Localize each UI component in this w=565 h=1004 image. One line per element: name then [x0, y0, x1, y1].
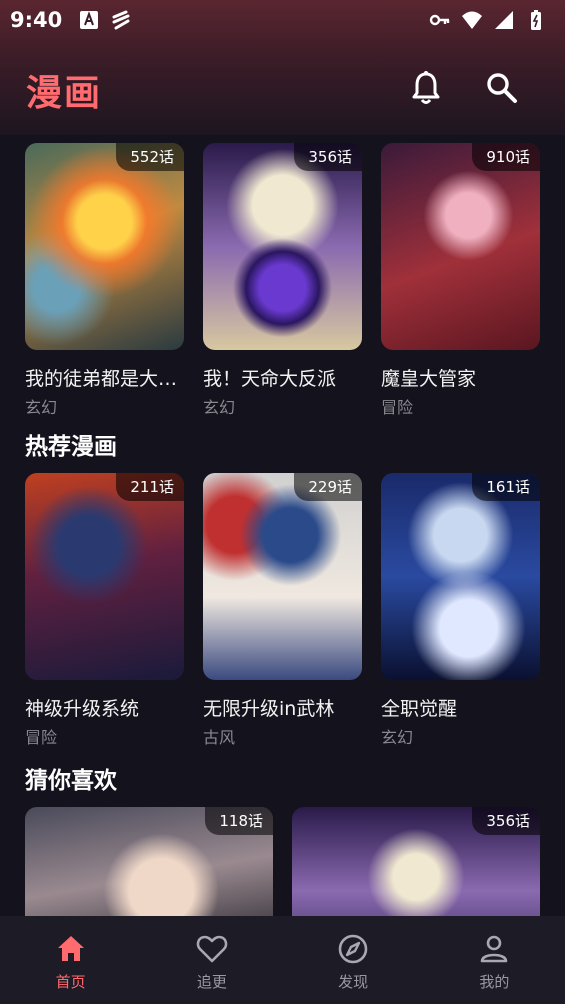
nav-item-profile[interactable]: 我的 [424, 916, 565, 1004]
comic-row-3: 118话 356话 [25, 807, 540, 916]
heart-icon [196, 935, 228, 963]
font-notification-icon [80, 11, 99, 29]
episode-count-badge: 161话 [472, 473, 540, 501]
comic-cover[interactable]: 552话 [25, 143, 184, 350]
episode-count-badge: 356话 [294, 143, 362, 171]
comic-row-2: 211话 神级升级系统 冒险 229话 无限升级in武林 古风 161话 全职觉… [25, 473, 540, 748]
home-icon [57, 936, 84, 961]
comic-card[interactable]: 356话 [292, 807, 540, 916]
comic-title: 我的徒弟都是大反派 [25, 368, 184, 390]
wifi-icon [462, 11, 482, 29]
episode-count-badge: 229话 [294, 473, 362, 501]
person-icon [481, 935, 508, 963]
comic-genre: 玄幻 [25, 398, 58, 417]
comic-card[interactable]: 211话 神级升级系统 冒险 [25, 473, 184, 748]
bell-icon[interactable] [409, 70, 443, 106]
comic-title: 全职觉醒 [381, 698, 458, 720]
comic-genre: 冒险 [25, 728, 58, 747]
nav-item-home[interactable]: 首页 [0, 916, 141, 1004]
comic-genre: 玄幻 [203, 398, 236, 417]
episode-count-badge: 211话 [116, 473, 184, 501]
section-title-guess-you-like: 猜你喜欢 [25, 768, 117, 794]
comic-title: 我！天命大反派 [203, 368, 337, 390]
battery-icon [531, 10, 541, 30]
comic-card[interactable]: 910话 魔皇大管家 冒险 [381, 143, 540, 418]
comic-cover[interactable]: 910话 [381, 143, 540, 350]
comic-genre: 古风 [203, 728, 236, 747]
comic-title: 无限升级in武林 [203, 698, 335, 720]
nav-label: 首页 [55, 973, 86, 991]
signal-icon [495, 11, 513, 29]
nav-label: 发现 [338, 973, 369, 991]
app-notification-icon [112, 10, 130, 30]
comic-card[interactable]: 552话 我的徒弟都是大反派 玄幻 [25, 143, 184, 418]
episode-count-badge: 552话 [116, 143, 184, 171]
comic-card[interactable]: 161话 全职觉醒 玄幻 [381, 473, 540, 748]
comic-cover[interactable]: 356话 [203, 143, 362, 350]
comic-title: 神级升级系统 [25, 698, 140, 720]
top-app-bar: 9:40 漫画 [0, 0, 565, 135]
status-time: 9:40 [10, 8, 63, 32]
comic-title: 魔皇大管家 [381, 368, 477, 390]
episode-count-badge: 910话 [472, 143, 540, 171]
comic-cover[interactable]: 161话 [381, 473, 540, 680]
comic-card[interactable]: 118话 [25, 807, 273, 916]
search-icon[interactable] [484, 70, 518, 106]
comic-card[interactable]: 356话 我！天命大反派 玄幻 [203, 143, 362, 418]
comic-cover[interactable]: 229话 [203, 473, 362, 680]
compass-icon [338, 934, 368, 964]
episode-count-badge: 356话 [472, 807, 540, 835]
comic-row-1: 552话 我的徒弟都是大反派 玄幻 356话 我！天命大反派 玄幻 910话 魔… [25, 143, 540, 418]
comic-cover[interactable]: 356话 [292, 807, 540, 916]
nav-label: 追更 [196, 973, 227, 991]
app-title: 漫画 [26, 73, 103, 114]
comic-genre: 冒险 [381, 398, 414, 417]
nav-label: 我的 [479, 973, 510, 991]
nav-item-discover[interactable]: 发现 [283, 916, 424, 1004]
comic-card[interactable]: 229话 无限升级in武林 古风 [203, 473, 362, 748]
bottom-navigation: 首页 追更 发现 我的 [0, 916, 565, 1004]
status-bar: 9:40 [0, 0, 565, 40]
vpn-key-icon [429, 14, 450, 26]
nav-item-following[interactable]: 追更 [141, 916, 282, 1004]
comic-genre: 玄幻 [381, 728, 414, 747]
episode-count-badge: 118话 [205, 807, 273, 835]
main-content[interactable]: 552话 我的徒弟都是大反派 玄幻 356话 我！天命大反派 玄幻 910话 魔… [0, 135, 565, 916]
comic-cover[interactable]: 211话 [25, 473, 184, 680]
comic-cover[interactable]: 118话 [25, 807, 273, 916]
section-title-recommended: 热荐漫画 [25, 434, 117, 460]
